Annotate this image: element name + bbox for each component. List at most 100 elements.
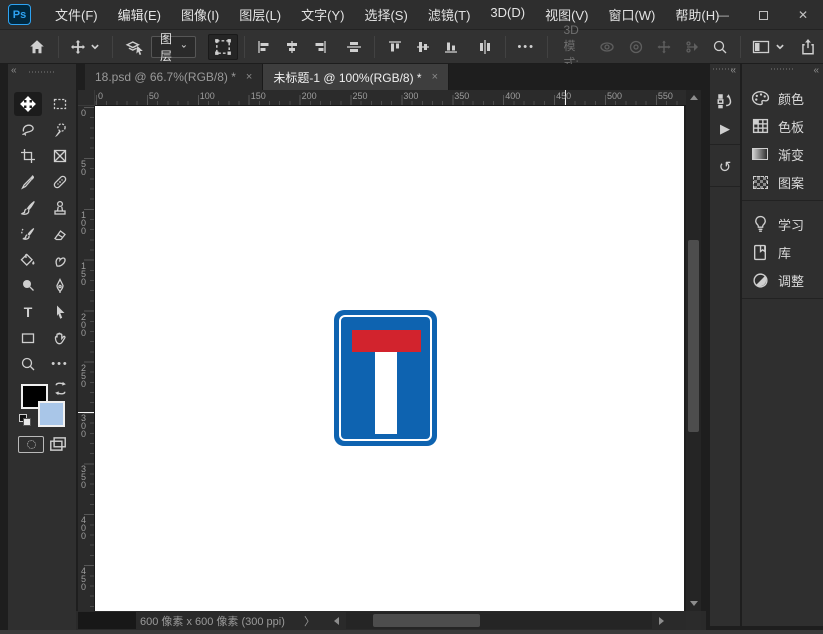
menu-window[interactable]: 窗口(W) <box>598 1 665 28</box>
menu-3d[interactable]: 3D(D) <box>480 1 535 28</box>
canvas-page[interactable] <box>95 106 684 611</box>
adjustments-panel-button[interactable]: 调整 <box>742 266 823 294</box>
crop-tool[interactable] <box>14 144 42 168</box>
eyedropper-tool[interactable] <box>14 170 42 194</box>
menu-edit[interactable]: 编辑(E) <box>108 1 171 28</box>
lasso-tool[interactable] <box>14 118 42 142</box>
maximize-button[interactable] <box>743 0 783 30</box>
minimize-button[interactable]: — <box>703 0 743 30</box>
quick-mask-button[interactable] <box>18 436 44 453</box>
swatches-panel-button[interactable]: 色板 <box>742 112 823 140</box>
collapse-panels-icon[interactable]: « <box>730 65 736 76</box>
auto-select-target-value: 图层 <box>159 31 172 63</box>
collapse-panels-icon[interactable]: « <box>813 65 819 76</box>
close-tab-icon[interactable]: × <box>246 71 252 83</box>
scroll-right-icon[interactable] <box>659 617 664 625</box>
background-color-swatch[interactable] <box>38 401 65 427</box>
ruler-horizontal[interactable]: 0 50 100 150 200 250 300 350 400 450 500 550 <box>95 90 686 106</box>
color-panel-button[interactable]: 颜色 <box>742 84 823 112</box>
edit-toolbar-button[interactable]: ••• <box>46 352 74 376</box>
status-expand-chevron[interactable]: 〉 <box>304 611 315 630</box>
gradients-panel-button[interactable]: 渐变 <box>742 140 823 168</box>
brush-tool[interactable] <box>14 196 42 220</box>
actions-panel-button[interactable]: ▶ <box>710 116 740 142</box>
type-tool[interactable]: T <box>14 300 42 324</box>
more-align-options-button[interactable]: ••• <box>511 34 541 60</box>
zoom-tool[interactable] <box>14 352 42 376</box>
horizontal-scroll-track[interactable] <box>346 612 652 629</box>
history-panel-button[interactable] <box>710 88 740 114</box>
3d-zoom-button[interactable] <box>706 34 734 60</box>
clone-stamp-tool[interactable] <box>46 196 74 220</box>
home-button[interactable] <box>22 34 52 60</box>
vertical-scrollbar[interactable] <box>686 90 701 611</box>
auto-select-toggle[interactable] <box>119 34 151 60</box>
scroll-left-icon[interactable] <box>334 617 339 625</box>
learn-panel-button[interactable]: 学习 <box>742 210 823 238</box>
pen-tool[interactable] <box>46 274 74 298</box>
align-middle-button[interactable] <box>409 34 437 60</box>
rectangle-tool[interactable] <box>14 326 42 350</box>
panel-grip[interactable] <box>770 68 795 70</box>
menu-image[interactable]: 图像(I) <box>171 1 229 28</box>
distribute-horizontal-centers-button[interactable] <box>471 34 499 60</box>
move-tool[interactable] <box>14 92 42 116</box>
dodge-tool[interactable] <box>14 274 42 298</box>
scroll-down-icon[interactable] <box>690 601 698 606</box>
align-top-button[interactable] <box>381 34 409 60</box>
gradient-tool[interactable] <box>14 248 42 272</box>
align-center-horizontal-button[interactable] <box>278 34 306 60</box>
clone-stamp-icon <box>54 200 66 215</box>
close-tab-icon[interactable]: × <box>432 71 438 83</box>
3d-pan-button[interactable] <box>650 34 678 60</box>
hand-tool[interactable] <box>46 326 74 350</box>
vertical-scroll-thumb[interactable] <box>688 240 699 432</box>
3d-roll-button[interactable] <box>622 34 650 60</box>
3d-orbit-button[interactable] <box>592 34 622 60</box>
close-button[interactable]: ✕ <box>783 0 823 30</box>
distribute-vertical-centers-button[interactable] <box>340 34 368 60</box>
quick-selection-icon <box>55 123 66 137</box>
path-selection-tool[interactable] <box>46 300 74 324</box>
tab-untitled-1[interactable]: 未标题-1 @ 100%(RGB/8) * × <box>263 64 450 90</box>
quick-selection-tool[interactable] <box>46 118 74 142</box>
menu-layer[interactable]: 图层(L) <box>229 1 291 28</box>
history-brush-icon <box>21 228 35 240</box>
photoshop-logo-icon[interactable]: Ps <box>8 4 31 25</box>
swap-colors-button[interactable] <box>53 381 68 396</box>
align-left-button[interactable] <box>250 34 278 60</box>
spot-healing-brush-tool[interactable] <box>46 170 74 194</box>
eraser-tool[interactable] <box>46 222 74 246</box>
screen-mode-button[interactable] <box>48 435 68 453</box>
menu-filter[interactable]: 滤镜(T) <box>418 1 481 28</box>
snapshot-history-button[interactable]: ↺ <box>710 154 740 180</box>
tools-panel-grip[interactable] <box>29 71 55 73</box>
scroll-up-icon[interactable] <box>690 95 698 100</box>
show-transform-controls-toggle[interactable] <box>207 33 238 60</box>
smudge-tool[interactable] <box>46 248 74 272</box>
collapse-tools-icon[interactable]: « <box>11 65 17 76</box>
horizontal-scrollbar[interactable] <box>334 612 664 629</box>
menu-type[interactable]: 文字(Y) <box>291 1 354 28</box>
align-bottom-button[interactable] <box>437 34 465 60</box>
ruler-corner[interactable] <box>78 90 95 106</box>
libraries-panel-button[interactable]: 库 <box>742 238 823 266</box>
auto-select-target-dropdown[interactable]: 图层 <box>150 32 196 63</box>
workspace-selector[interactable] <box>746 34 791 60</box>
3d-slide-button[interactable] <box>678 34 706 60</box>
horizontal-scroll-thumb[interactable] <box>373 614 480 627</box>
menu-file[interactable]: 文件(F) <box>45 1 108 28</box>
tab-18psd[interactable]: 18.psd @ 66.7%(RGB/8) * × <box>85 64 264 90</box>
default-colors-button[interactable] <box>19 414 32 426</box>
move-tool-preset-button[interactable] <box>64 34 106 60</box>
ruler-vertical[interactable]: 05 01 0 01 5 02 0 02 5 03 0 03 5 04 0 04… <box>78 106 95 611</box>
type-icon: T <box>23 304 33 320</box>
share-button[interactable] <box>793 34 823 60</box>
align-right-button[interactable] <box>306 34 334 60</box>
history-brush-tool[interactable] <box>14 222 42 246</box>
rectangular-marquee-tool[interactable] <box>46 92 74 116</box>
menu-select[interactable]: 选择(S) <box>354 1 417 28</box>
frame-tool[interactable] <box>46 144 74 168</box>
patterns-panel-button[interactable]: 图案 <box>742 168 823 196</box>
zoom-level-field[interactable] <box>78 612 136 629</box>
